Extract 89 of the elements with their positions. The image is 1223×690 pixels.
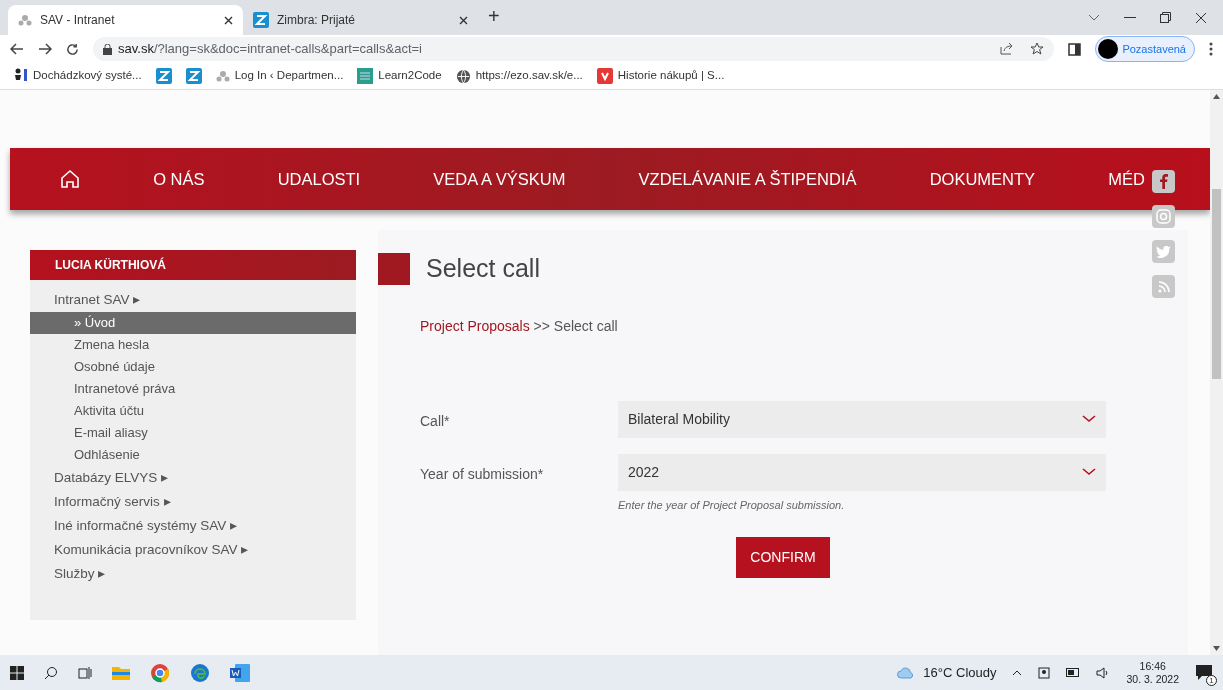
nav-link[interactable]: O NÁS (153, 166, 205, 192)
cloud-icon (897, 666, 916, 679)
folder-icon[interactable] (112, 665, 130, 680)
notification-count: 1 (1206, 674, 1217, 686)
sidebar-item[interactable]: Informačný servis ▸ (30, 490, 356, 514)
weather-widget[interactable]: 16°C Cloudy (897, 662, 997, 683)
field-label: Year of submission* (419, 464, 545, 484)
bookmark[interactable]: Historie nákupů | S... (596, 67, 725, 85)
person-icon (12, 68, 28, 84)
scroll-up-icon[interactable] (1213, 94, 1220, 99)
browser-icon[interactable] (150, 662, 170, 683)
search-icon[interactable] (44, 665, 58, 680)
scrollbar-thumb[interactable] (1212, 189, 1221, 379)
browser-tab[interactable]: Zimbra: Prijaté (243, 5, 478, 35)
close-icon[interactable] (224, 15, 233, 25)
sidebar-subitem[interactable]: Osobné údaje (30, 356, 356, 378)
browser-tab[interactable]: SAV - Intranet (8, 5, 243, 35)
select-field[interactable]: 2022 (618, 453, 1106, 491)
chevron-down-icon (1082, 468, 1096, 476)
shop-icon (596, 68, 613, 84)
select-field[interactable]: Bilateral Mobility (618, 400, 1106, 438)
avatar-icon (1098, 39, 1119, 59)
sidebar-item[interactable]: Iné informačné systémy SAV ▸ (30, 514, 356, 538)
sidebar-subitem[interactable]: Intranetové práva (30, 378, 356, 400)
field-hint: Enter the year of Project Proposal submission. (618, 497, 846, 513)
sidebar-item[interactable]: Databázy ELVYS ▸ (30, 466, 356, 490)
grid-icon (357, 68, 374, 84)
sidebar-subitem[interactable]: Zmena hesla (30, 334, 356, 356)
battery-icon[interactable] (1066, 668, 1081, 677)
confirm-button[interactable]: CONFIRM (736, 537, 830, 578)
nav-link[interactable]: MÉD (1108, 166, 1145, 192)
task-view-icon[interactable] (78, 665, 92, 680)
back-icon[interactable] (10, 43, 24, 55)
lock-icon (103, 43, 112, 55)
scroll-down-icon[interactable] (1213, 646, 1220, 651)
menu-icon[interactable] (1209, 42, 1213, 56)
sidebar-item[interactable]: Služby ▸ (30, 562, 356, 586)
sidebar-item[interactable]: Intranet SAV ▸ (30, 288, 356, 312)
globe-icon (455, 68, 471, 84)
emblem-icon (215, 69, 230, 83)
sidebar-item[interactable]: Komunikácia pracovníkov SAV ▸ (30, 538, 356, 562)
bookmark[interactable]: Learn2Code (357, 67, 442, 85)
reload-icon[interactable] (66, 42, 79, 56)
breadcrumb: Project Proposals >> Select call (420, 316, 619, 336)
star-icon[interactable] (1030, 42, 1045, 56)
bookmark[interactable] (155, 68, 172, 84)
field-label: Call* (419, 411, 451, 431)
bookmark[interactable]: Dochádzkový systé... (12, 67, 142, 85)
close-icon[interactable] (459, 15, 468, 25)
chevron-down-icon[interactable] (1088, 13, 1100, 22)
user-name: LUCIA KÜRTHIOVÁ (30, 250, 356, 280)
sidebar-subitem[interactable]: Aktivita účtu (30, 400, 356, 422)
notification-button[interactable]: 1 (1195, 663, 1213, 682)
bookmark[interactable] (185, 68, 202, 84)
profile-button[interactable]: Pozastavená (1095, 36, 1195, 62)
close-icon[interactable] (1195, 11, 1207, 24)
bookmark[interactable]: https://ezo.sav.sk/e... (455, 67, 583, 85)
bookmark[interactable]: Log In ‹ Departmen... (215, 67, 344, 85)
side-panel-icon[interactable] (1068, 42, 1082, 56)
z-letter-icon (185, 68, 202, 84)
meet-icon[interactable] (1038, 666, 1051, 679)
nav-link[interactable]: VEDA A VÝSKUM (433, 166, 566, 192)
z-letter-icon (155, 68, 172, 84)
clock[interactable]: 16:46 30. 3. 2022 (1126, 659, 1179, 686)
title-marker (378, 252, 410, 285)
share-icon[interactable] (1000, 42, 1015, 55)
new-tab-button[interactable]: + (488, 1, 500, 31)
nav-link[interactable]: DOKUMENTY (929, 166, 1036, 192)
sidebar-subitem[interactable]: Odhlásenie (30, 444, 356, 466)
chevron-up-icon[interactable] (1012, 669, 1023, 676)
nav-link[interactable]: UDALOSTI (277, 166, 361, 192)
restore-icon[interactable] (1160, 12, 1171, 23)
windows-start-icon[interactable] (10, 665, 24, 680)
document-app-icon[interactable] (230, 663, 250, 682)
notification-icon (1195, 663, 1213, 682)
page-title: Select call (426, 253, 540, 284)
z-letter-icon (253, 12, 269, 28)
address-field[interactable]: sav.sk/?lang=sk&doc=intranet-calls&part=calls&act=i (93, 37, 1055, 61)
minimize-icon[interactable] (1124, 16, 1136, 19)
chevron-down-icon (1082, 415, 1096, 423)
edge-browser-icon[interactable] (190, 662, 210, 683)
nav-link[interactable]: VZDELÁVANIE A ŠTIPENDIÁ (638, 166, 857, 192)
sidebar-subitem[interactable]: » Úvod (30, 312, 356, 334)
breadcrumb-link[interactable]: Project Proposals (420, 317, 530, 334)
sidebar-subitem[interactable]: E-mail aliasy (30, 422, 356, 444)
forward-icon[interactable] (38, 43, 52, 55)
home-icon[interactable] (60, 169, 80, 189)
emblem-icon (18, 13, 32, 27)
facebook-icon[interactable] (1152, 170, 1175, 193)
